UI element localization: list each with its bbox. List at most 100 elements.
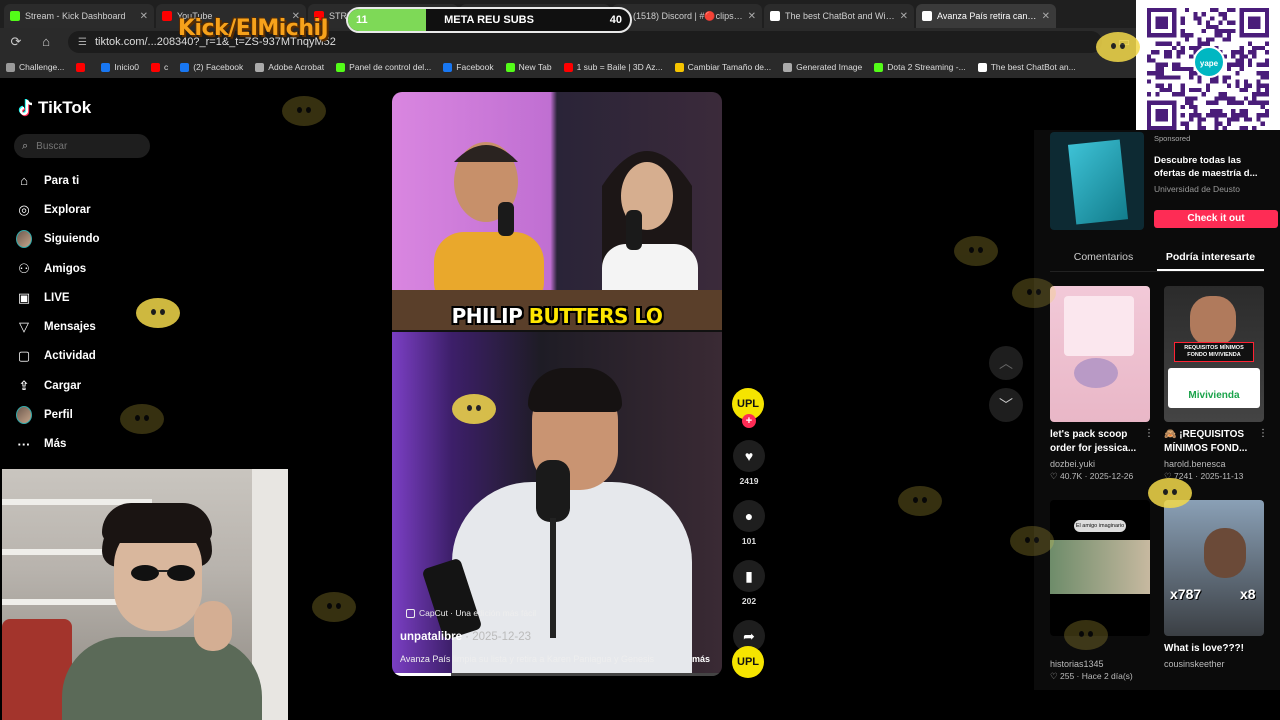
bookmark-item[interactable]: Facebook bbox=[443, 62, 494, 72]
bookmark-item[interactable]: Panel de control del... bbox=[336, 62, 431, 72]
bookmark-item[interactable]: c bbox=[150, 62, 168, 72]
like-button[interactable]: ♥ 2419 bbox=[732, 440, 766, 486]
search-input[interactable] bbox=[36, 140, 137, 152]
compass-icon: ◎ bbox=[18, 201, 30, 217]
bookmark-item[interactable]: Dota 2 Streaming -... bbox=[874, 62, 966, 72]
friends-icon: ⚇ bbox=[18, 260, 30, 276]
save-count: 202 bbox=[741, 596, 757, 606]
card-author: historias1345 bbox=[1050, 659, 1104, 669]
close-icon[interactable]: ✕ bbox=[748, 11, 756, 22]
video-author[interactable]: unpatalibre · 2025-12-23 bbox=[400, 631, 531, 643]
bookmark-favicon-icon bbox=[180, 62, 190, 72]
bookmark-item[interactable]: The best ChatBot an... bbox=[977, 62, 1076, 72]
streamer-webcam bbox=[2, 469, 288, 720]
bookmark-icon: ▮ bbox=[733, 560, 765, 592]
save-button[interactable]: ▮ 202 bbox=[732, 560, 766, 606]
recommended-card[interactable]: REQUISITOS MÍNIMOS FONDO MIVIVIENDA Mivi… bbox=[1164, 286, 1268, 482]
capcut-tag[interactable]: CapCut · Una edición más fácil bbox=[406, 608, 536, 618]
bookmark-label: The best ChatBot an... bbox=[990, 62, 1076, 72]
music-disc-avatar[interactable]: UPL bbox=[732, 646, 764, 678]
ad-cta-button[interactable]: Check it out bbox=[1154, 210, 1278, 228]
bookmark-label: Panel de control del... bbox=[349, 62, 432, 72]
sidebar-item-explorar[interactable]: ◎ Explorar bbox=[16, 195, 166, 224]
comment-button[interactable]: ● 101 bbox=[732, 500, 766, 546]
kick-logo: Kick/ElMichiJ bbox=[178, 16, 329, 41]
tab-favicon-icon bbox=[922, 11, 932, 21]
sidebar-item-label: Para ti bbox=[44, 174, 80, 187]
video-player[interactable]: PHILIP BUTTERS LO CapCut · Una edición m… bbox=[392, 92, 722, 676]
bookmark-favicon-icon bbox=[674, 62, 684, 72]
right-panel: Sponsored Descubre todas las ofertas de … bbox=[1034, 130, 1280, 690]
tab-comments[interactable]: Comentarios bbox=[1050, 248, 1157, 271]
thumb-caption: El amigo imaginario bbox=[1074, 520, 1126, 532]
tiktok-logo[interactable]: TikTok bbox=[18, 98, 91, 118]
bookmark-favicon-icon bbox=[255, 62, 265, 72]
card-menu-icon[interactable]: ⋮ bbox=[1258, 428, 1268, 439]
bookmark-item[interactable]: Cambiar Tamaño de... bbox=[674, 62, 771, 72]
sidebar-item-más[interactable]: ··· Más bbox=[16, 430, 166, 459]
sponsored-ad[interactable]: Sponsored Descubre todas las ofertas de … bbox=[1050, 132, 1280, 232]
bookmark-favicon-icon bbox=[505, 62, 515, 72]
bookmark-item[interactable]: (2) Facebook bbox=[180, 62, 243, 72]
close-icon[interactable]: ✕ bbox=[900, 11, 908, 22]
bookmark-favicon-icon bbox=[977, 62, 987, 72]
sidebar-item-para-ti[interactable]: ⌂ Para ti bbox=[16, 166, 166, 195]
ad-image bbox=[1050, 132, 1144, 230]
sidebar-item-label: Mensajes bbox=[44, 321, 96, 334]
more-icon: ··· bbox=[17, 436, 31, 452]
bookmark-item[interactable]: Adobe Acrobat bbox=[255, 62, 324, 72]
emote-icon bbox=[1096, 32, 1140, 62]
card-title: What is love???! bbox=[1164, 643, 1244, 654]
capcut-icon bbox=[406, 608, 415, 618]
sidebar-item-actividad[interactable]: ▢ Actividad bbox=[16, 342, 166, 371]
bookmark-item[interactable]: 1 sub = Baile | 3D Az... bbox=[563, 62, 663, 72]
bookmark-label: 1 sub = Baile | 3D Az... bbox=[576, 62, 663, 72]
previous-video-button[interactable]: ︿ bbox=[989, 346, 1023, 380]
thumb-multiplier: x787 bbox=[1170, 586, 1202, 602]
video-progress-bar[interactable] bbox=[392, 673, 722, 676]
recommended-card[interactable]: let's pack scoop order for jessica... do… bbox=[1050, 286, 1154, 482]
browser-tab[interactable]: The best ChatBot and Widgets ✕ bbox=[764, 4, 914, 28]
creator-avatar[interactable]: UPL + bbox=[732, 388, 764, 428]
tab-recommended[interactable]: Podría interesarte bbox=[1157, 248, 1264, 271]
emote-icon bbox=[120, 404, 164, 434]
sub-goal-label: META REU SUBS bbox=[444, 14, 534, 26]
card-meta: ♡ 40.7K · 2025-12-26 bbox=[1050, 471, 1134, 481]
bookmark-label: New Tab bbox=[518, 62, 552, 72]
author-name: unpatalibre bbox=[400, 631, 462, 643]
sidebar-item-label: Explorar bbox=[44, 203, 91, 216]
emote-icon bbox=[1064, 620, 1108, 650]
yape-logo: yape bbox=[1193, 46, 1225, 78]
bookmark-item[interactable]: New Tab bbox=[505, 62, 552, 72]
sidebar-item-cargar[interactable]: ⇪ Cargar bbox=[16, 371, 166, 400]
like-count: 2419 bbox=[739, 476, 759, 486]
action-rail: UPL + ♥ 2419 ● 101 ▮ 202 ➦ 72 bbox=[732, 388, 766, 666]
sidebar-item-siguiendo[interactable]: Siguiendo bbox=[16, 225, 166, 254]
card-thumbnail: El amigo imaginario bbox=[1050, 500, 1150, 636]
next-video-button[interactable]: ﹀ bbox=[989, 388, 1023, 422]
tab-title: Avanza País retira candidat bbox=[937, 11, 1037, 21]
bookmark-item[interactable]: Generated Image bbox=[783, 62, 862, 72]
sidebar-item-label: Actividad bbox=[44, 350, 96, 363]
video-bottom-frame bbox=[392, 332, 722, 676]
sidebar-item-label: Siguiendo bbox=[44, 233, 100, 246]
close-icon[interactable]: ✕ bbox=[140, 11, 148, 22]
browser-tab[interactable]: Avanza País retira candidat ✕ bbox=[916, 4, 1056, 28]
creator-avatar-text: UPL bbox=[737, 398, 759, 410]
sidebar-item-amigos[interactable]: ⚇ Amigos bbox=[16, 254, 166, 283]
emote-icon bbox=[452, 394, 496, 424]
browser-tab[interactable]: (1518) Discord | #🔴clips-merr ✕ bbox=[612, 4, 762, 28]
capcut-label: CapCut · Una edición más fácil bbox=[419, 608, 537, 618]
follow-plus-icon[interactable]: + bbox=[742, 414, 756, 428]
messages-icon: ▽ bbox=[19, 319, 29, 335]
search-box[interactable]: ⌕ bbox=[14, 134, 150, 158]
recommended-card[interactable]: x787 x8 What is love???! cousinskeether bbox=[1164, 500, 1264, 669]
tiktok-note-icon bbox=[18, 99, 33, 117]
sidebar-item-label: Más bbox=[44, 438, 67, 451]
close-icon[interactable]: ✕ bbox=[1042, 11, 1050, 22]
live-icon: ▣ bbox=[17, 289, 31, 305]
more-link[interactable]: más bbox=[692, 654, 710, 664]
recommended-card[interactable]: El amigo imaginario historias1345 ♡ 255 … bbox=[1050, 500, 1150, 682]
card-menu-icon[interactable]: ⋮ bbox=[1144, 428, 1154, 439]
thumb-multiplier-2: x8 bbox=[1240, 586, 1256, 602]
